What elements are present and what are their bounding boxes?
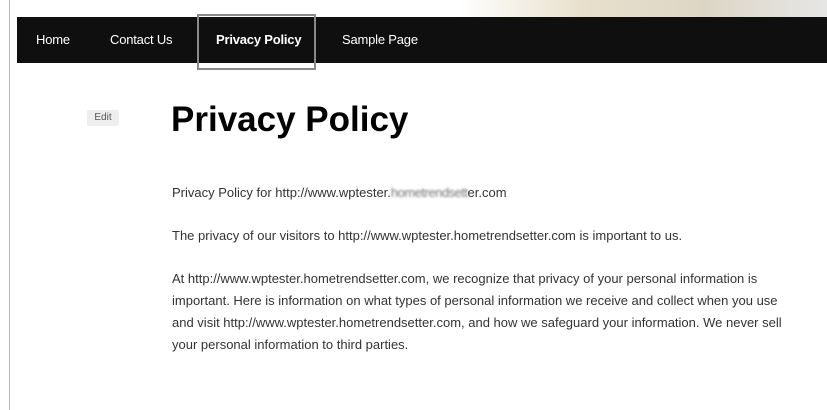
page-title: Privacy Policy [171, 100, 409, 139]
intro-text-prefix: Privacy Policy for http://www.wptester. [172, 185, 391, 200]
personal-info-paragraph: At http://www.wptester.hometrendsetter.c… [172, 271, 782, 352]
page: Home Contact Us Privacy Policy Sample Pa… [0, 0, 827, 410]
page-frame-border [9, 0, 10, 410]
intro-paragraph: Privacy Policy for http://www.wptester.h… [172, 182, 787, 204]
nav-item-privacy-policy[interactable]: Privacy Policy [216, 17, 302, 63]
blurred-domain-text: hometrendsett [390, 185, 468, 200]
main-navigation: Home Contact Us Privacy Policy Sample Pa… [17, 17, 827, 63]
nav-item-contact-us[interactable]: Contact Us [110, 17, 173, 63]
intro-text-suffix: er.com [467, 185, 507, 200]
page-content: Privacy Policy for http://www.wptester.h… [172, 182, 787, 377]
header-banner-strip [10, 0, 827, 17]
nav-item-home[interactable]: Home [36, 17, 70, 63]
edit-button[interactable]: Edit [87, 110, 119, 126]
visitor-privacy-paragraph: The privacy of our visitors to http://ww… [172, 228, 683, 243]
nav-item-sample-page[interactable]: Sample Page [342, 17, 418, 63]
